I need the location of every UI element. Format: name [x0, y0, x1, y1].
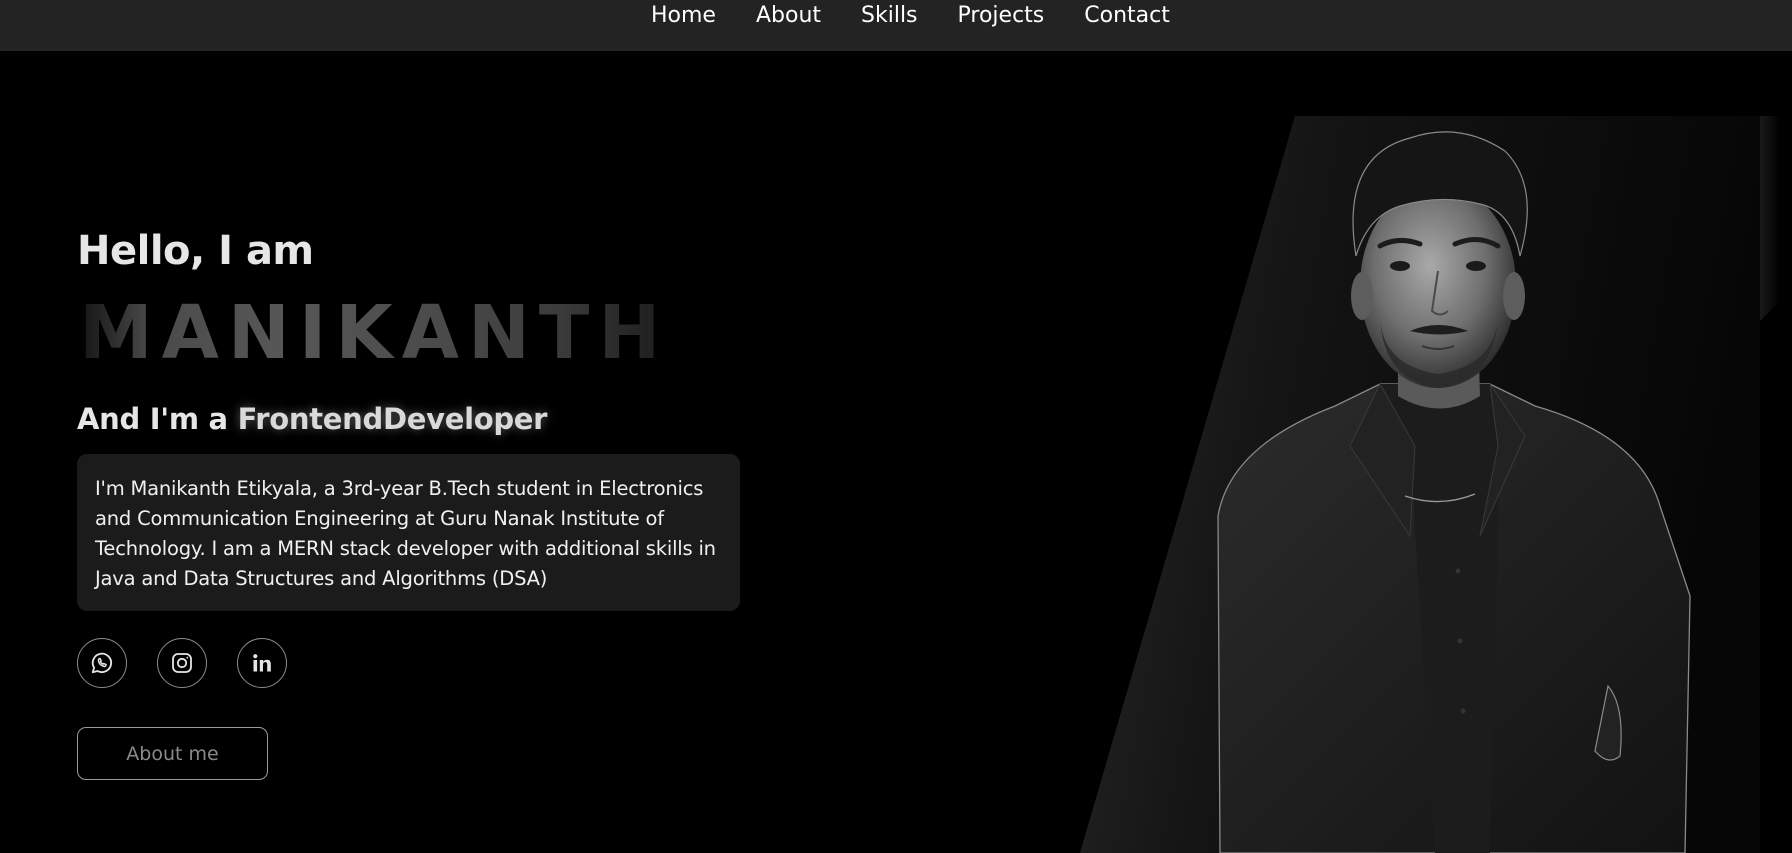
nav-about-link[interactable]: About: [756, 3, 821, 28]
linkedin-button[interactable]: [237, 638, 287, 688]
hero-greeting: Hello, I am: [77, 228, 314, 274]
hero-name: MANIKANTH: [79, 290, 670, 376]
navbar: Home About Skills Projects Contact: [0, 0, 1792, 51]
bio-text: I'm Manikanth Etikyala, a 3rd-year B.Tec…: [95, 477, 716, 590]
linkedin-icon: [253, 654, 271, 672]
instagram-icon: [172, 653, 192, 673]
nav-skills-link[interactable]: Skills: [861, 3, 918, 28]
nav-home-link[interactable]: Home: [651, 3, 716, 28]
hero-role-line: And I'm a FrontendDeveloper: [77, 402, 547, 436]
nav-projects-link[interactable]: Projects: [958, 3, 1045, 28]
role-highlight: FrontendDeveloper: [237, 402, 548, 436]
nav-contact-link[interactable]: Contact: [1084, 3, 1170, 28]
bio-card: I'm Manikanth Etikyala, a 3rd-year B.Tec…: [77, 454, 740, 611]
whatsapp-button[interactable]: [77, 638, 127, 688]
nav-links: Home About Skills Projects Contact: [651, 0, 1170, 30]
role-prefix: And I'm a: [77, 402, 238, 436]
whatsapp-icon: [91, 652, 113, 674]
portrait-image: [1080, 116, 1792, 853]
about-me-button[interactable]: About me: [77, 727, 268, 780]
instagram-button[interactable]: [157, 638, 207, 688]
